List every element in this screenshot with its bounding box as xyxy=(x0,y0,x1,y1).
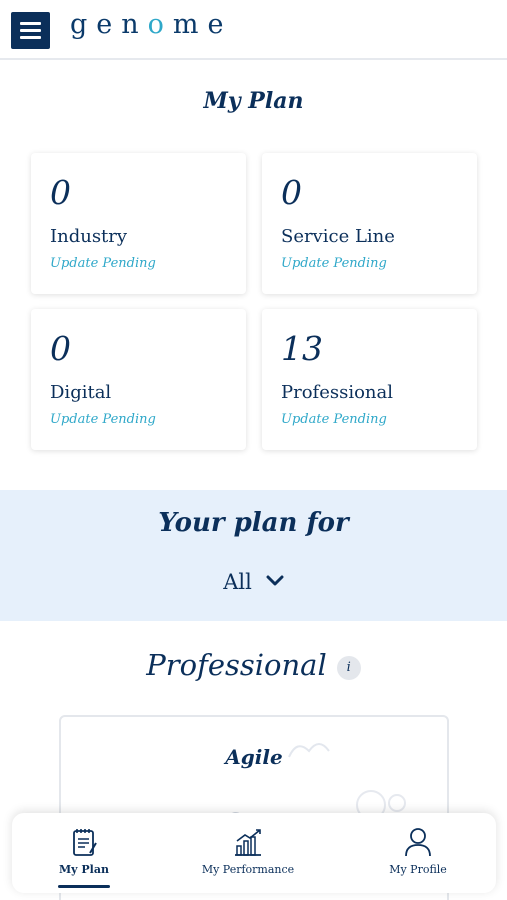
plan-card-service-line[interactable]: 0 Service Line Update Pending xyxy=(262,153,477,294)
bottom-navigation: My Plan My Performance My Profile xyxy=(12,813,496,893)
card-status: Update Pending xyxy=(50,256,156,271)
plan-filter-section: Your plan for All xyxy=(0,490,507,621)
card-count: 0 xyxy=(50,173,71,212)
card-count: 0 xyxy=(50,329,71,368)
chevron-down-icon xyxy=(266,568,284,592)
plan-card-industry[interactable]: 0 Industry Update Pending xyxy=(31,153,246,294)
card-label: Digital xyxy=(50,382,112,403)
card-label: Service Line xyxy=(281,226,395,247)
plan-icon xyxy=(73,829,97,856)
active-indicator xyxy=(58,885,110,888)
plan-for-title: Your plan for xyxy=(158,508,349,538)
plan-filter-dropdown[interactable]: All xyxy=(0,568,507,594)
app-header: genome xyxy=(0,0,507,60)
card-status: Update Pending xyxy=(281,256,387,271)
nav-my-plan[interactable]: My Plan xyxy=(34,813,134,893)
plan-card-digital[interactable]: 0 Digital Update Pending xyxy=(31,309,246,450)
menu-line xyxy=(20,36,41,39)
card-label: Professional xyxy=(281,382,394,403)
hamburger-menu-button[interactable] xyxy=(11,12,50,49)
plan-filter-value: All xyxy=(223,570,252,594)
plan-card-professional[interactable]: 13 Professional Update Pending xyxy=(262,309,477,450)
nav-label: My Profile xyxy=(389,863,447,876)
nav-label: My Performance xyxy=(201,863,295,876)
performance-icon xyxy=(235,829,261,856)
nav-label: My Plan xyxy=(59,863,109,876)
logo-text-left: gen xyxy=(70,9,148,40)
card-count: 0 xyxy=(281,173,302,212)
info-icon[interactable]: i xyxy=(336,656,361,680)
card-status: Update Pending xyxy=(281,412,387,427)
profile-icon xyxy=(405,828,431,857)
card-status: Update Pending xyxy=(50,412,156,427)
my-plan-title: My Plan xyxy=(203,88,304,114)
category-title: Professional xyxy=(146,648,327,682)
logo-text-o: o xyxy=(147,9,173,40)
nav-my-performance[interactable]: My Performance xyxy=(188,813,308,893)
menu-line xyxy=(20,29,41,32)
menu-line xyxy=(20,22,41,25)
logo-text-right: me xyxy=(172,9,233,40)
genome-logo: genome xyxy=(70,9,233,40)
card-count: 13 xyxy=(281,329,323,368)
nav-my-profile[interactable]: My Profile xyxy=(368,813,468,893)
card-label: Industry xyxy=(50,226,128,247)
category-heading: Professional i xyxy=(0,648,507,682)
